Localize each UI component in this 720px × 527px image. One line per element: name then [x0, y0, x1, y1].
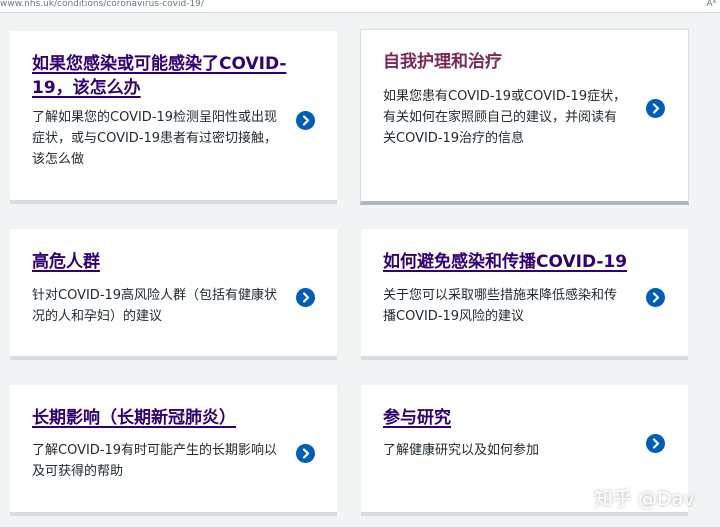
card-description: 针对COVID-19高风险人群（包括有健康状 况的人和孕妇）的建议	[32, 288, 278, 324]
chevron-right-circle-icon[interactable]	[296, 111, 315, 130]
card-description: 了解COVID-19有时可能产生的长期影响以 及可获得的帮助	[32, 443, 278, 479]
url-text[interactable]: www.nhs.uk/conditions/coronavirus-covid-…	[0, 0, 204, 9]
card-high-risk[interactable]: 高危人群 针对COVID-19高风险人群（包括有健康状 况的人和孕妇）的建议	[10, 229, 337, 360]
card-title-link[interactable]: 如何避免感染和传播COVID-19	[383, 250, 627, 274]
card-covid-infected[interactable]: 如果您感染或可能感染了COVID- 19，该怎么办 了解如果您的COVID-19…	[10, 31, 337, 204]
card-description: 如果您患有COVID-19或COVID-19症状， 有关如何在家照顾自己的建议，…	[383, 89, 627, 146]
card-title-link[interactable]: 高危人群	[32, 250, 100, 274]
card-avoid-spread[interactable]: 如何避免感染和传播COVID-19 关于您可以采取哪些措施来降低感染和传 播CO…	[361, 229, 688, 360]
card-long-covid[interactable]: 长期影响（长期新冠肺炎） 了解COVID-19有时可能产生的长期影响以 及可获得…	[10, 385, 337, 516]
reader-mode-icon[interactable]: Aᵃ	[706, 0, 716, 9]
chevron-right-circle-icon[interactable]	[646, 99, 665, 118]
zhihu-watermark: 知乎 @Dav	[594, 488, 695, 510]
card-description: 了解健康研究以及如何参加	[383, 443, 540, 458]
address-bar[interactable]: www.nhs.uk/conditions/coronavirus-covid-…	[0, 0, 720, 13]
card-description: 关于您可以采取哪些措施来降低感染和传 播COVID-19风险的建议	[383, 288, 618, 324]
card-self-care[interactable]: 自我护理和治疗 如果您患有COVID-19或COVID-19症状， 有关如何在家…	[360, 29, 689, 205]
card-description: 了解如果您的COVID-19检测呈阳性或出现 症状，或与COVID-19患者有过…	[32, 110, 278, 167]
card-title-link[interactable]: 如果您感染或可能感染了COVID- 19，该怎么办	[32, 52, 286, 100]
card-title-link[interactable]: 参与研究	[383, 406, 451, 430]
chevron-right-circle-icon[interactable]	[646, 288, 665, 307]
card-title-link[interactable]: 自我护理和治疗	[383, 50, 502, 74]
chevron-right-circle-icon[interactable]	[646, 434, 665, 453]
chevron-right-circle-icon[interactable]	[296, 288, 315, 307]
chevron-right-circle-icon[interactable]	[296, 444, 315, 463]
card-title-link[interactable]: 长期影响（长期新冠肺炎）	[32, 406, 236, 430]
